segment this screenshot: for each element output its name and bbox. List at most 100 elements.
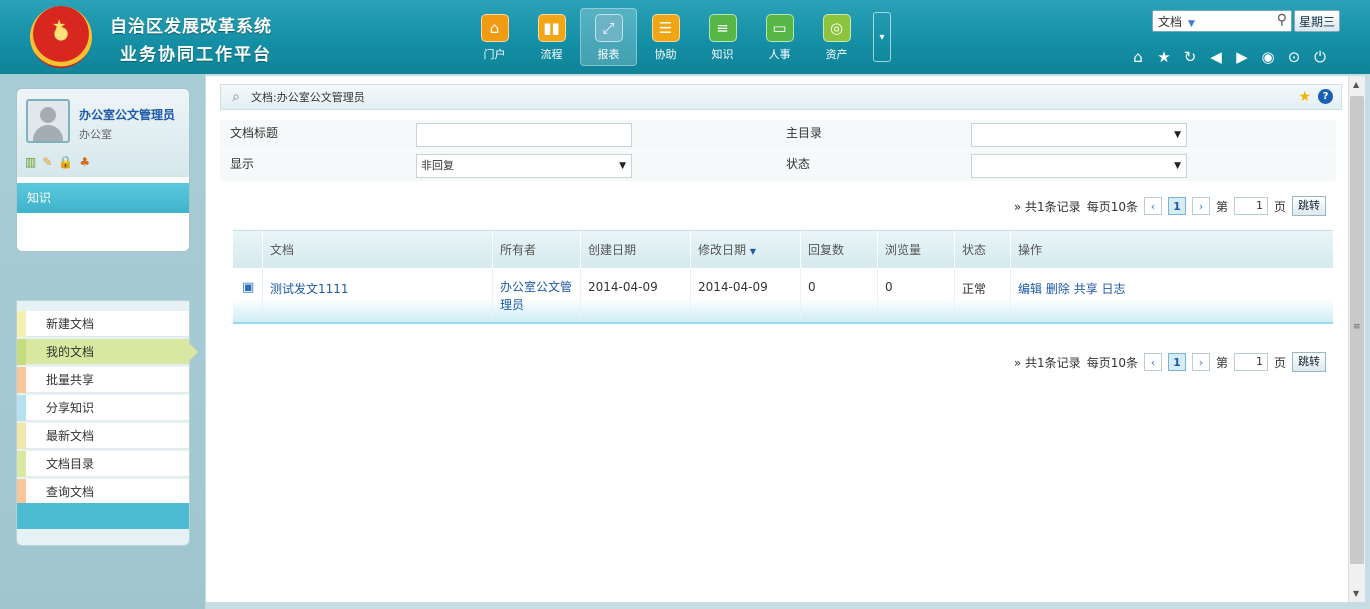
header-modified[interactable]: 修改日期 ▼	[691, 231, 801, 268]
settings-icon[interactable]: ⊙	[1284, 48, 1304, 66]
header-modified-label: 修改日期	[698, 243, 747, 257]
pager-summary: » 共1条记录	[1013, 199, 1081, 214]
user-profile: 办公室公文管理员 办公室 ▥ ✎ 🔒 ♣	[17, 89, 189, 177]
edit-action-link[interactable]: 编辑	[1018, 282, 1042, 296]
pager-bottom: » 共1条记录 每页10条 ‹ 1 › 第 1 页 跳转	[1014, 352, 1326, 372]
power-icon[interactable]: ⏻	[1310, 48, 1330, 66]
nav-item-knowledge[interactable]: ≡ 知识	[694, 8, 751, 66]
favorite-star-icon[interactable]: ★	[1298, 89, 1311, 105]
home-icon[interactable]: ⌂	[1128, 48, 1148, 66]
star-icon[interactable]: ★	[1154, 48, 1174, 66]
status-label: 状态	[786, 157, 811, 171]
header-document[interactable]: 文档	[263, 231, 493, 268]
refresh-icon[interactable]: ↻	[1180, 48, 1200, 66]
pager-top: » 共1条记录 每页10条 ‹ 1 › 第 1 页 跳转	[1014, 196, 1326, 216]
header-replies[interactable]: 回复数	[801, 231, 878, 268]
sidebar-item-label: 文档目录	[46, 457, 95, 471]
top-header: ★ 自治区发展改革系统 业务协同工作平台 ⌂ 门户 ▮▮ 流程 ⤢ 报表 ☰ 协…	[0, 0, 1370, 74]
forward-icon[interactable]: ▶	[1232, 48, 1252, 66]
delete-action-link[interactable]: 删除	[1046, 282, 1070, 296]
breadcrumb-text: 文档:办公室公文管理员	[251, 91, 365, 104]
header-created[interactable]: 创建日期	[581, 231, 691, 268]
nav-item-assets[interactable]: ◎ 资产	[808, 8, 865, 66]
search-box[interactable]: 文档 ▼ ⚲	[1152, 10, 1292, 32]
nav-more-button[interactable]: ▾	[873, 12, 891, 62]
log-action-link[interactable]: 日志	[1102, 282, 1126, 296]
current-page-button[interactable]: 1	[1167, 353, 1186, 371]
row-title-cell: 测试发文1111	[263, 268, 493, 322]
header-views[interactable]: 浏览量	[878, 231, 955, 268]
doc-title-input[interactable]	[416, 123, 632, 147]
org-chart-icon[interactable]: ♣	[79, 155, 90, 169]
page-prefix: 第	[1215, 199, 1228, 214]
header-status[interactable]: 状态	[955, 231, 1011, 268]
sound-icon[interactable]: ◉	[1258, 48, 1278, 66]
page-prefix: 第	[1215, 355, 1228, 370]
search-scope-label: 文档	[1158, 14, 1183, 29]
scroll-down-icon[interactable]: ▼	[1353, 589, 1359, 598]
nav-item-personnel[interactable]: ▭ 人事	[751, 8, 808, 66]
sidebar-item-document-catalog[interactable]: 文档目录	[17, 451, 189, 477]
header-owner[interactable]: 所有者	[493, 231, 581, 268]
sidebar-item-share-knowledge[interactable]: 分享知识	[17, 395, 189, 421]
nav-label: 资产	[825, 48, 848, 61]
chevron-down-icon: ▼	[1174, 161, 1181, 171]
doc-title-label: 文档标题	[230, 126, 279, 140]
next-page-button[interactable]: ›	[1191, 353, 1210, 371]
grip-icon: ≡	[1353, 322, 1361, 332]
row-doc-icon-cell: ▣	[233, 268, 263, 322]
filter-row-2: 显示 非回复 ▼ 状态 ▼	[220, 151, 1336, 182]
row-actions-cell: 编辑 删除 共享 日志	[1011, 268, 1333, 322]
page-suffix: 页	[1273, 199, 1286, 214]
page-number-input[interactable]: 1	[1233, 353, 1268, 371]
sidebar-item-my-documents[interactable]: 我的文档	[17, 339, 198, 365]
sidebar-item-search-documents[interactable]: 查询文档	[17, 479, 189, 505]
scroll-up-icon[interactable]: ▲	[1353, 80, 1359, 89]
nav-label: 门户	[483, 48, 506, 61]
catalog-select[interactable]: ▼	[971, 123, 1187, 147]
row-replies-cell: 0	[801, 268, 878, 322]
next-page-button[interactable]: ›	[1191, 197, 1210, 215]
nav-label: 报表	[597, 48, 620, 61]
national-emblem-logo: ★	[30, 6, 92, 68]
chevron-down-icon: ▼	[1174, 130, 1181, 140]
go-page-button[interactable]: 跳转	[1292, 352, 1326, 372]
nav-item-report[interactable]: ⤢ 报表	[580, 8, 637, 66]
chevron-down-icon: ▼	[1188, 18, 1195, 29]
prev-page-button[interactable]: ‹	[1143, 353, 1162, 371]
go-page-button[interactable]: 跳转	[1292, 196, 1326, 216]
system-title-line1: 自治区发展改革系统	[110, 17, 272, 37]
chart-icon: ▮▮	[537, 14, 566, 42]
page-number-input[interactable]: 1	[1233, 197, 1268, 215]
back-icon[interactable]: ◀	[1206, 48, 1226, 66]
nav-item-assist[interactable]: ☰ 协助	[637, 8, 694, 66]
sidebar-item-latest-documents[interactable]: 最新文档	[17, 423, 189, 449]
book-icon[interactable]: ▥	[25, 155, 36, 169]
sidebar-item-batch-share[interactable]: 批量共享	[17, 367, 189, 393]
nav-item-process[interactable]: ▮▮ 流程	[523, 8, 580, 66]
search-icon[interactable]: ⚲	[1277, 12, 1287, 28]
avatar[interactable]	[26, 99, 70, 143]
system-title-line2: 业务协同工作平台	[120, 45, 272, 65]
sidebar-item-label: 查询文档	[46, 485, 95, 499]
document-table: 文档 所有者 创建日期 修改日期 ▼ 回复数 浏览量 状态 操作 ▣ 测试发文1…	[233, 230, 1333, 324]
lock-icon[interactable]: 🔒	[58, 155, 73, 169]
share-action-link[interactable]: 共享	[1074, 282, 1098, 296]
current-page-button[interactable]: 1	[1167, 197, 1186, 215]
prev-page-button[interactable]: ‹	[1143, 197, 1162, 215]
weekday-badge: 星期三	[1294, 10, 1340, 32]
document-title-link[interactable]: 测试发文1111	[270, 282, 349, 296]
display-select[interactable]: 非回复 ▼	[416, 154, 632, 178]
vertical-scrollbar[interactable]: ▲ ≡ ▼	[1348, 76, 1365, 602]
search-scope-select[interactable]: 文档 ▼	[1153, 13, 1213, 30]
table-row: ▣ 测试发文1111 办公室公文管理员 2014-04-09 2014-04-0…	[233, 268, 1333, 324]
page-suffix: 页	[1273, 355, 1286, 370]
nav-item-portal[interactable]: ⌂ 门户	[466, 8, 523, 66]
sidebar-item-new-document[interactable]: 新建文档	[17, 311, 189, 337]
edit-icon[interactable]: ✎	[42, 155, 52, 169]
owner-link[interactable]: 办公室公文管理员	[500, 280, 572, 312]
status-select[interactable]: ▼	[971, 154, 1187, 178]
report-icon: ⤢	[594, 14, 623, 42]
help-icon[interactable]: ?	[1318, 89, 1333, 104]
left-panel: 办公室公文管理员 办公室 ▥ ✎ 🔒 ♣ 知识 新建文档 我的文档 批量共享 分…	[0, 74, 205, 609]
